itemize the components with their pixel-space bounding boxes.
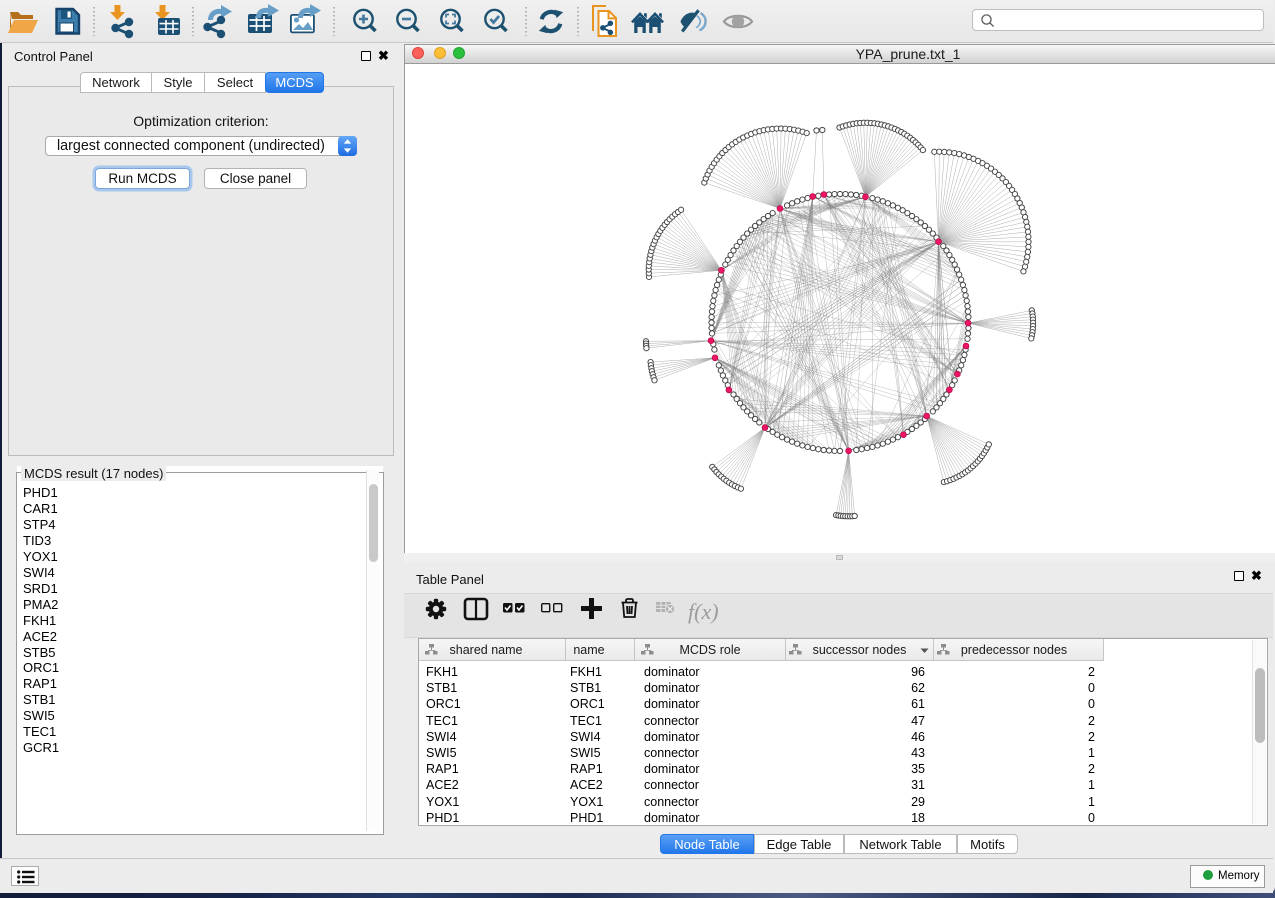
svg-text:f(x): f(x) <box>688 599 719 624</box>
